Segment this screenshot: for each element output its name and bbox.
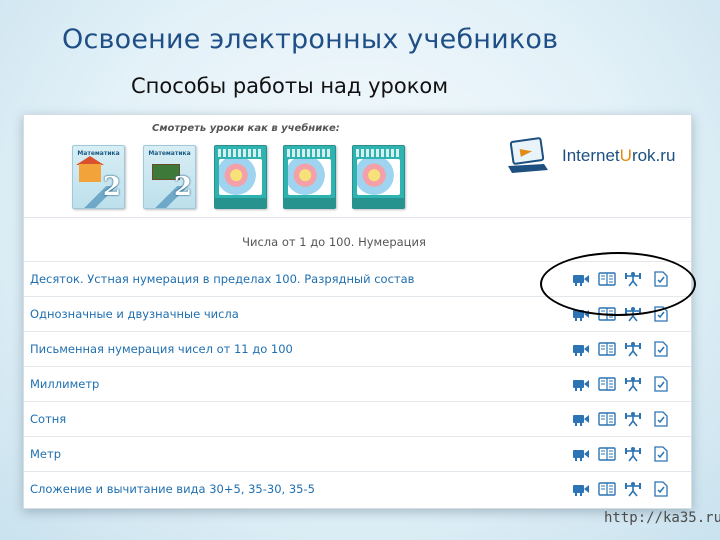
section-title: Числа от 1 до 100. Нумерация [242,235,426,249]
highlight-oval [540,252,696,316]
textbook-number: 2 [173,172,192,202]
lesson-link[interactable]: Сотня [30,412,66,426]
lesson-row: Миллиметр [24,366,691,401]
logo-text-part: Internet [562,146,620,165]
video-icon[interactable] [572,411,590,427]
test-icon[interactable] [652,376,670,392]
logo-text: InternetUrok.ru [562,146,675,166]
notes-icon[interactable] [598,341,616,357]
lesson-link[interactable]: Метр [30,447,61,461]
notes-icon[interactable] [598,411,616,427]
lesson-row: Письменная нумерация чисел от 11 до 100 [24,331,691,366]
test-icon[interactable] [652,446,670,462]
interneturok-logo[interactable]: InternetUrok.ru [502,133,684,179]
lesson-link[interactable]: Миллиметр [30,377,99,391]
lesson-row: Метр [24,436,691,471]
slide-subtitle: Способы работы над уроком [131,74,449,98]
slide-title: Освоение электронных учебников [62,24,559,55]
video-icon[interactable] [572,341,590,357]
notes-icon[interactable] [598,481,616,497]
source-url: http://ka35.ru/ [604,510,720,526]
textbook-shelf: Математика 2 Математика 2 [72,145,422,209]
exercise-icon[interactable] [624,481,642,497]
lesson-link[interactable]: Сложение и вычитание вида 30+5, 35-30, 3… [30,482,315,496]
video-icon[interactable] [572,481,590,497]
lesson-row: Сотня [24,401,691,436]
test-icon[interactable] [652,481,670,497]
notes-icon[interactable] [598,376,616,392]
logo-text-part: rok.ru [631,146,676,165]
textbook-workbook-2[interactable] [283,145,336,209]
exercise-icon[interactable] [624,376,642,392]
exercise-icon[interactable] [624,446,642,462]
lesson-link[interactable]: Десяток. Устная нумерация в пределах 100… [30,272,414,286]
exercise-icon[interactable] [624,341,642,357]
textbook-workbook-1[interactable] [214,145,267,209]
lesson-link[interactable]: Письменная нумерация чисел от 11 до 100 [30,342,293,356]
test-icon[interactable] [652,411,670,427]
textbook-title: Математика [148,150,191,157]
lesson-actions [572,446,672,462]
textbook-workbook-3[interactable] [352,145,405,209]
notes-icon[interactable] [598,446,616,462]
lesson-actions [572,341,672,357]
video-icon[interactable] [572,446,590,462]
test-icon[interactable] [652,341,670,357]
books-caption: Смотреть уроки как в учебнике: [152,123,340,134]
laptop-icon [508,137,548,173]
lesson-row: Сложение и вычитание вида 30+5, 35-30, 3… [24,471,691,506]
textbook-number: 2 [102,172,121,202]
lesson-actions [572,376,672,392]
textbook-math-part2[interactable]: Математика 2 [143,145,196,209]
lesson-actions [572,411,672,427]
exercise-icon[interactable] [624,411,642,427]
logo-text-accent: U [619,146,632,165]
video-icon[interactable] [572,376,590,392]
lesson-link[interactable]: Однозначные и двузначные числа [30,307,239,321]
divider [24,217,691,218]
lesson-actions [572,481,672,497]
textbook-math-part1[interactable]: Математика 2 [72,145,125,209]
